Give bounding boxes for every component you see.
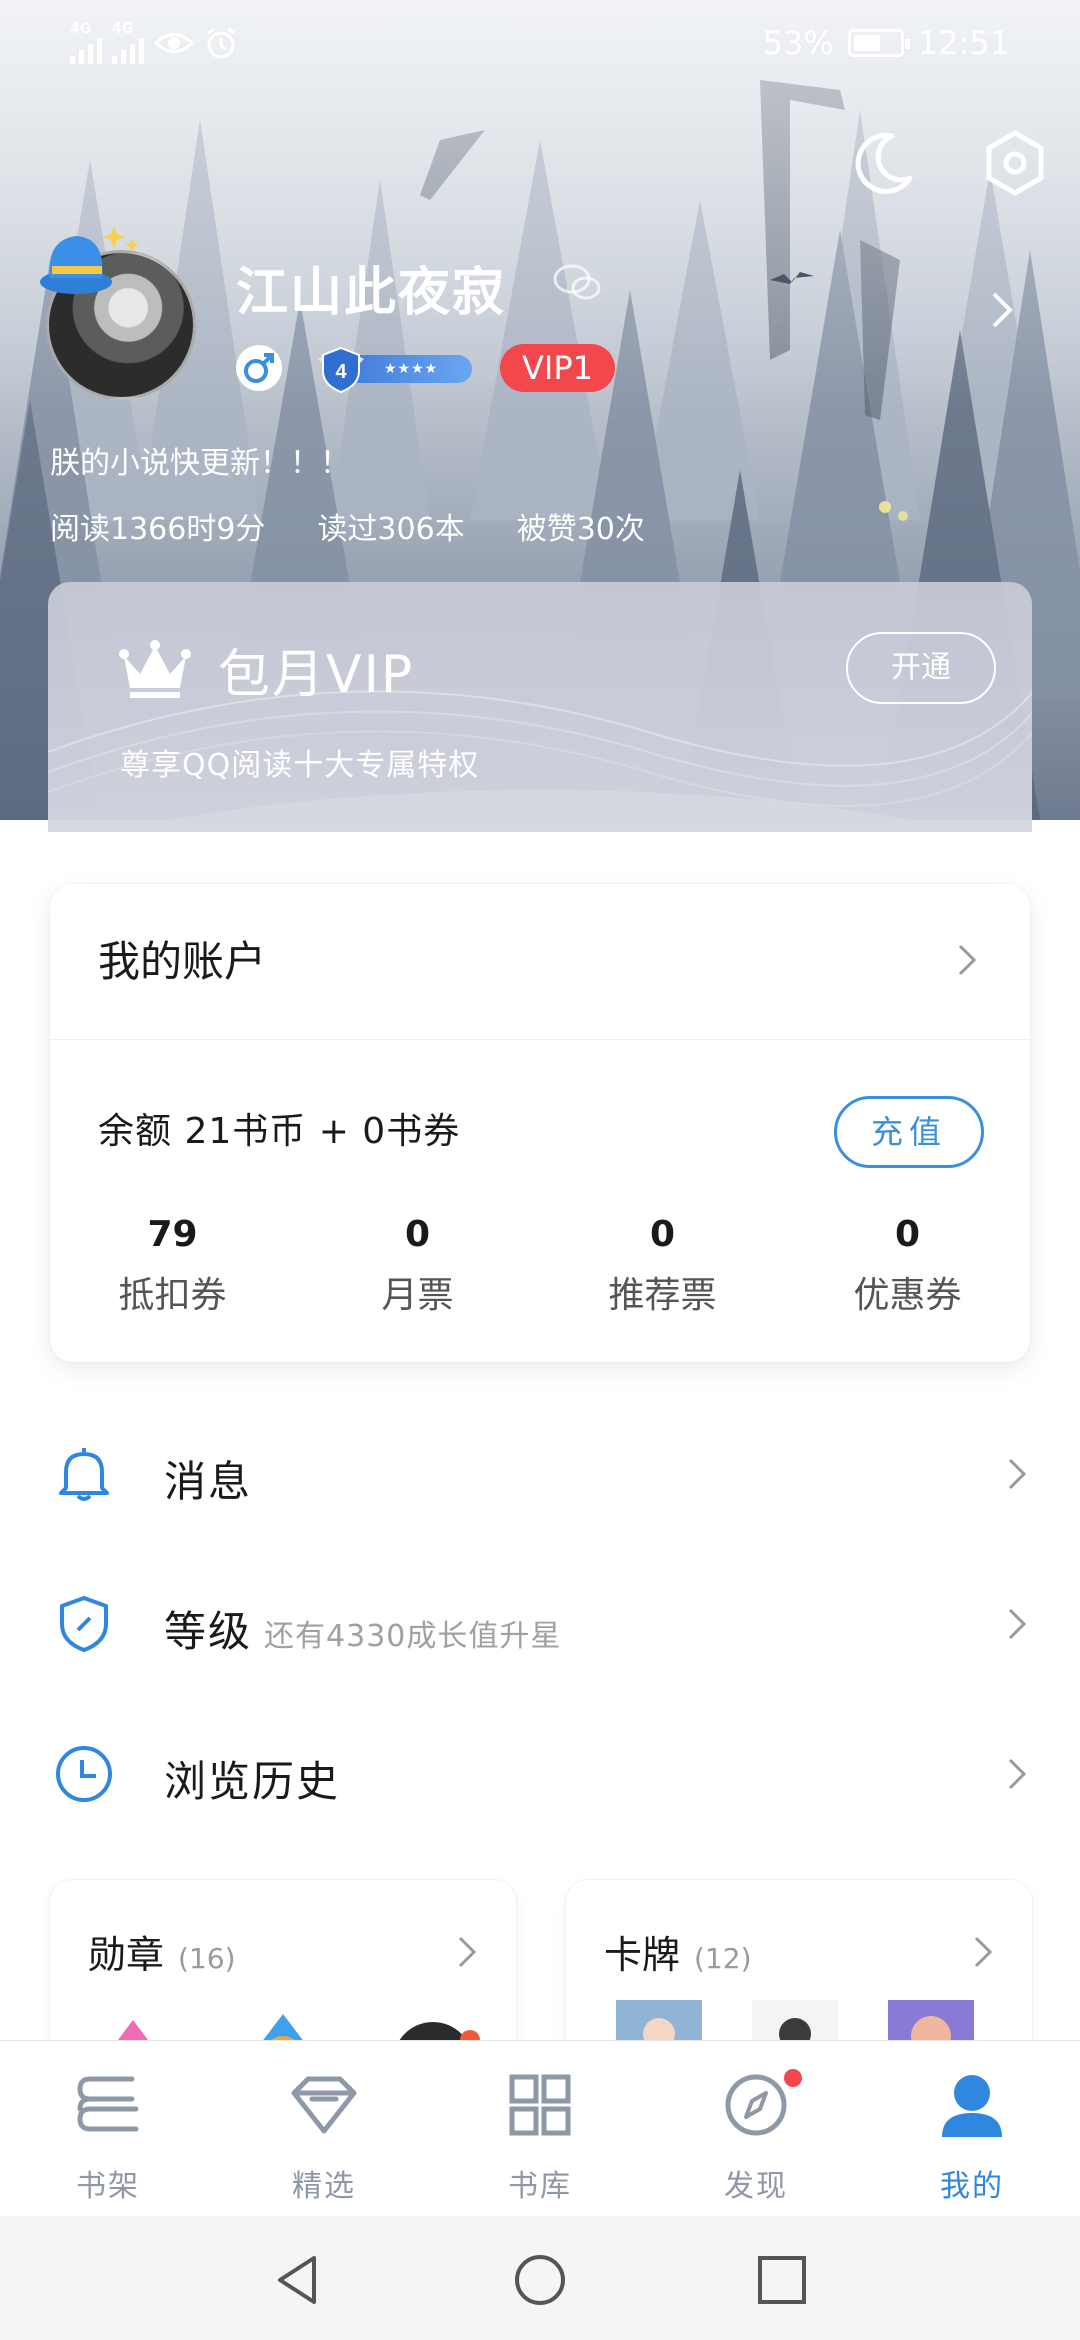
menu-item-level[interactable]: 等级 还有4330成长值升星 [0, 1548, 1080, 1698]
settings-hexagon-icon[interactable] [980, 128, 1050, 198]
recommend-ticket-count: 0 [649, 1214, 676, 1255]
vip-level-badge[interactable]: VIP1 [500, 344, 615, 392]
notification-dot [782, 2067, 804, 2089]
signal-label: 4G [70, 21, 92, 37]
level-shield-icon: 4 [318, 346, 364, 394]
battery-percent: 53% [762, 24, 834, 62]
nav-bookshelf[interactable]: 书架 [0, 2041, 216, 2217]
books-read-stat: 读过306本 [317, 512, 465, 547]
chevron-right-icon [1008, 1458, 1027, 1490]
profile-stats: 阅读1366时9分 读过306本 被赞30次 [50, 504, 645, 548]
avatar-hat-decoration-icon [40, 226, 139, 294]
cards-title: 卡牌 (12) [604, 1924, 752, 1979]
username[interactable]: 江山此夜寂 [236, 250, 506, 325]
system-navigation-bar [0, 2216, 1080, 2340]
medals-count: (16) [178, 1942, 236, 1975]
balance-text: 余额 21书币 + 0书券 [98, 1111, 461, 1152]
deduction-coupon-count: 79 [147, 1214, 198, 1255]
diamond-icon [291, 2076, 357, 2134]
open-vip-button[interactable]: 开通 [846, 632, 996, 704]
bottom-navigation: 书架 精选 书库 发现 我的 [0, 2040, 1080, 2216]
reading-time-stat: 阅读1366时9分 [50, 512, 266, 547]
menu-item-messages[interactable]: 消息 [0, 1398, 1080, 1548]
recents-square-icon[interactable] [754, 2252, 810, 2308]
level-progress-text: 还有4330成长值升星 [264, 1619, 562, 1654]
nav-discover[interactable]: 发现 [648, 2041, 864, 2217]
nav-library[interactable]: 书库 [432, 2041, 648, 2217]
chevron-right-icon [974, 1936, 993, 1968]
bookshelf-icon [77, 2076, 139, 2132]
menu-item-history[interactable]: 浏览历史 [0, 1698, 1080, 1848]
monthly-ticket-label: 月票 [381, 1275, 454, 1316]
avatar[interactable] [36, 220, 206, 410]
recommend-ticket-label: 推荐票 [608, 1275, 717, 1316]
cards-label: 卡牌 [604, 1933, 681, 1977]
likes-stat: 被赞30次 [516, 512, 645, 547]
nav-library-label: 书库 [508, 2169, 572, 2204]
male-gender-icon [236, 345, 282, 391]
shield-icon [60, 1596, 108, 1652]
alarm-icon [207, 27, 235, 59]
nav-mine-label: 我的 [940, 2169, 1004, 2204]
signal-label: 4G [112, 21, 134, 37]
signal-icon: 4G [70, 22, 102, 64]
cards-count: (12) [694, 1942, 752, 1975]
battery-icon [847, 29, 910, 57]
chevron-right-icon [458, 1936, 477, 1968]
status-bar: 4G 4G 53% 12:51 [0, 0, 1080, 88]
medals-title: 勋章 (16) [88, 1924, 236, 1979]
signal-icon: 4G [112, 22, 144, 64]
level-title: 等级 [164, 1607, 253, 1656]
nav-featured-label: 精选 [292, 2169, 356, 2204]
discount-coupon-label: 优惠券 [853, 1275, 962, 1316]
chevron-right-icon [1008, 1608, 1027, 1640]
deduction-coupon-item[interactable]: 79 抵扣券 [50, 1214, 295, 1318]
my-account-title: 我的账户 [98, 937, 267, 986]
back-triangle-icon[interactable] [270, 2252, 326, 2308]
nav-discover-label: 发现 [724, 2169, 788, 2204]
night-mode-moon-icon[interactable] [848, 128, 918, 198]
chevron-right-icon [958, 944, 977, 976]
vip-card-description: 尊享QQ阅读十大专属特权 [120, 748, 480, 783]
monthly-ticket-count: 0 [404, 1214, 431, 1255]
recharge-button[interactable]: 充值 [834, 1096, 984, 1168]
monthly-ticket-item[interactable]: 0 月票 [295, 1214, 540, 1318]
vip-card-wave-decoration [48, 690, 1032, 807]
deduction-coupon-label: 抵扣券 [118, 1275, 227, 1316]
my-account-header[interactable]: 我的账户 [50, 884, 1030, 1040]
nav-bookshelf-label: 书架 [76, 2169, 140, 2204]
medals-label: 勋章 [88, 1933, 165, 1977]
home-circle-icon[interactable] [512, 2252, 568, 2308]
vip-card-title: 包月VIP [218, 645, 415, 705]
grid-icon [509, 2074, 571, 2136]
eye-icon [154, 33, 194, 53]
level-badge[interactable]: ★★★★ 4 [306, 345, 476, 394]
person-icon [942, 2075, 1002, 2137]
level-label: 等级 还有4330成长值升星 [164, 1598, 561, 1659]
nav-mine[interactable]: 我的 [864, 2041, 1080, 2217]
discount-coupon-item[interactable]: 0 优惠券 [785, 1214, 1030, 1318]
level-number: 4 [335, 361, 347, 383]
messages-label: 消息 [164, 1457, 253, 1506]
discount-coupon-count: 0 [894, 1214, 921, 1255]
history-label: 浏览历史 [164, 1757, 341, 1806]
my-account-card: 我的账户 余额 21书币 + 0书券 充值 79 抵扣券 0 月票 0 推荐票 … [50, 884, 1030, 1362]
profile-signature: 朕的小说快更新！！！ [50, 446, 350, 481]
wechat-icon [553, 264, 601, 300]
monthly-vip-card[interactable]: 包月VIP 尊享QQ阅读十大专属特权 开通 [48, 582, 1032, 832]
nav-featured[interactable]: 精选 [216, 2041, 432, 2217]
crown-icon [119, 640, 191, 698]
chevron-right-icon [1008, 1758, 1027, 1790]
profile-chevron-right-icon[interactable] [990, 290, 1016, 330]
account-assets: 79 抵扣券 0 月票 0 推荐票 0 优惠券 [50, 1214, 1030, 1318]
clock-icon [56, 1746, 112, 1802]
recommend-ticket-item[interactable]: 0 推荐票 [540, 1214, 785, 1318]
clock-time: 12:51 [917, 24, 1010, 62]
profile-badges: ★★★★ 4 VIP1 [236, 344, 615, 394]
bell-icon [59, 1448, 109, 1501]
